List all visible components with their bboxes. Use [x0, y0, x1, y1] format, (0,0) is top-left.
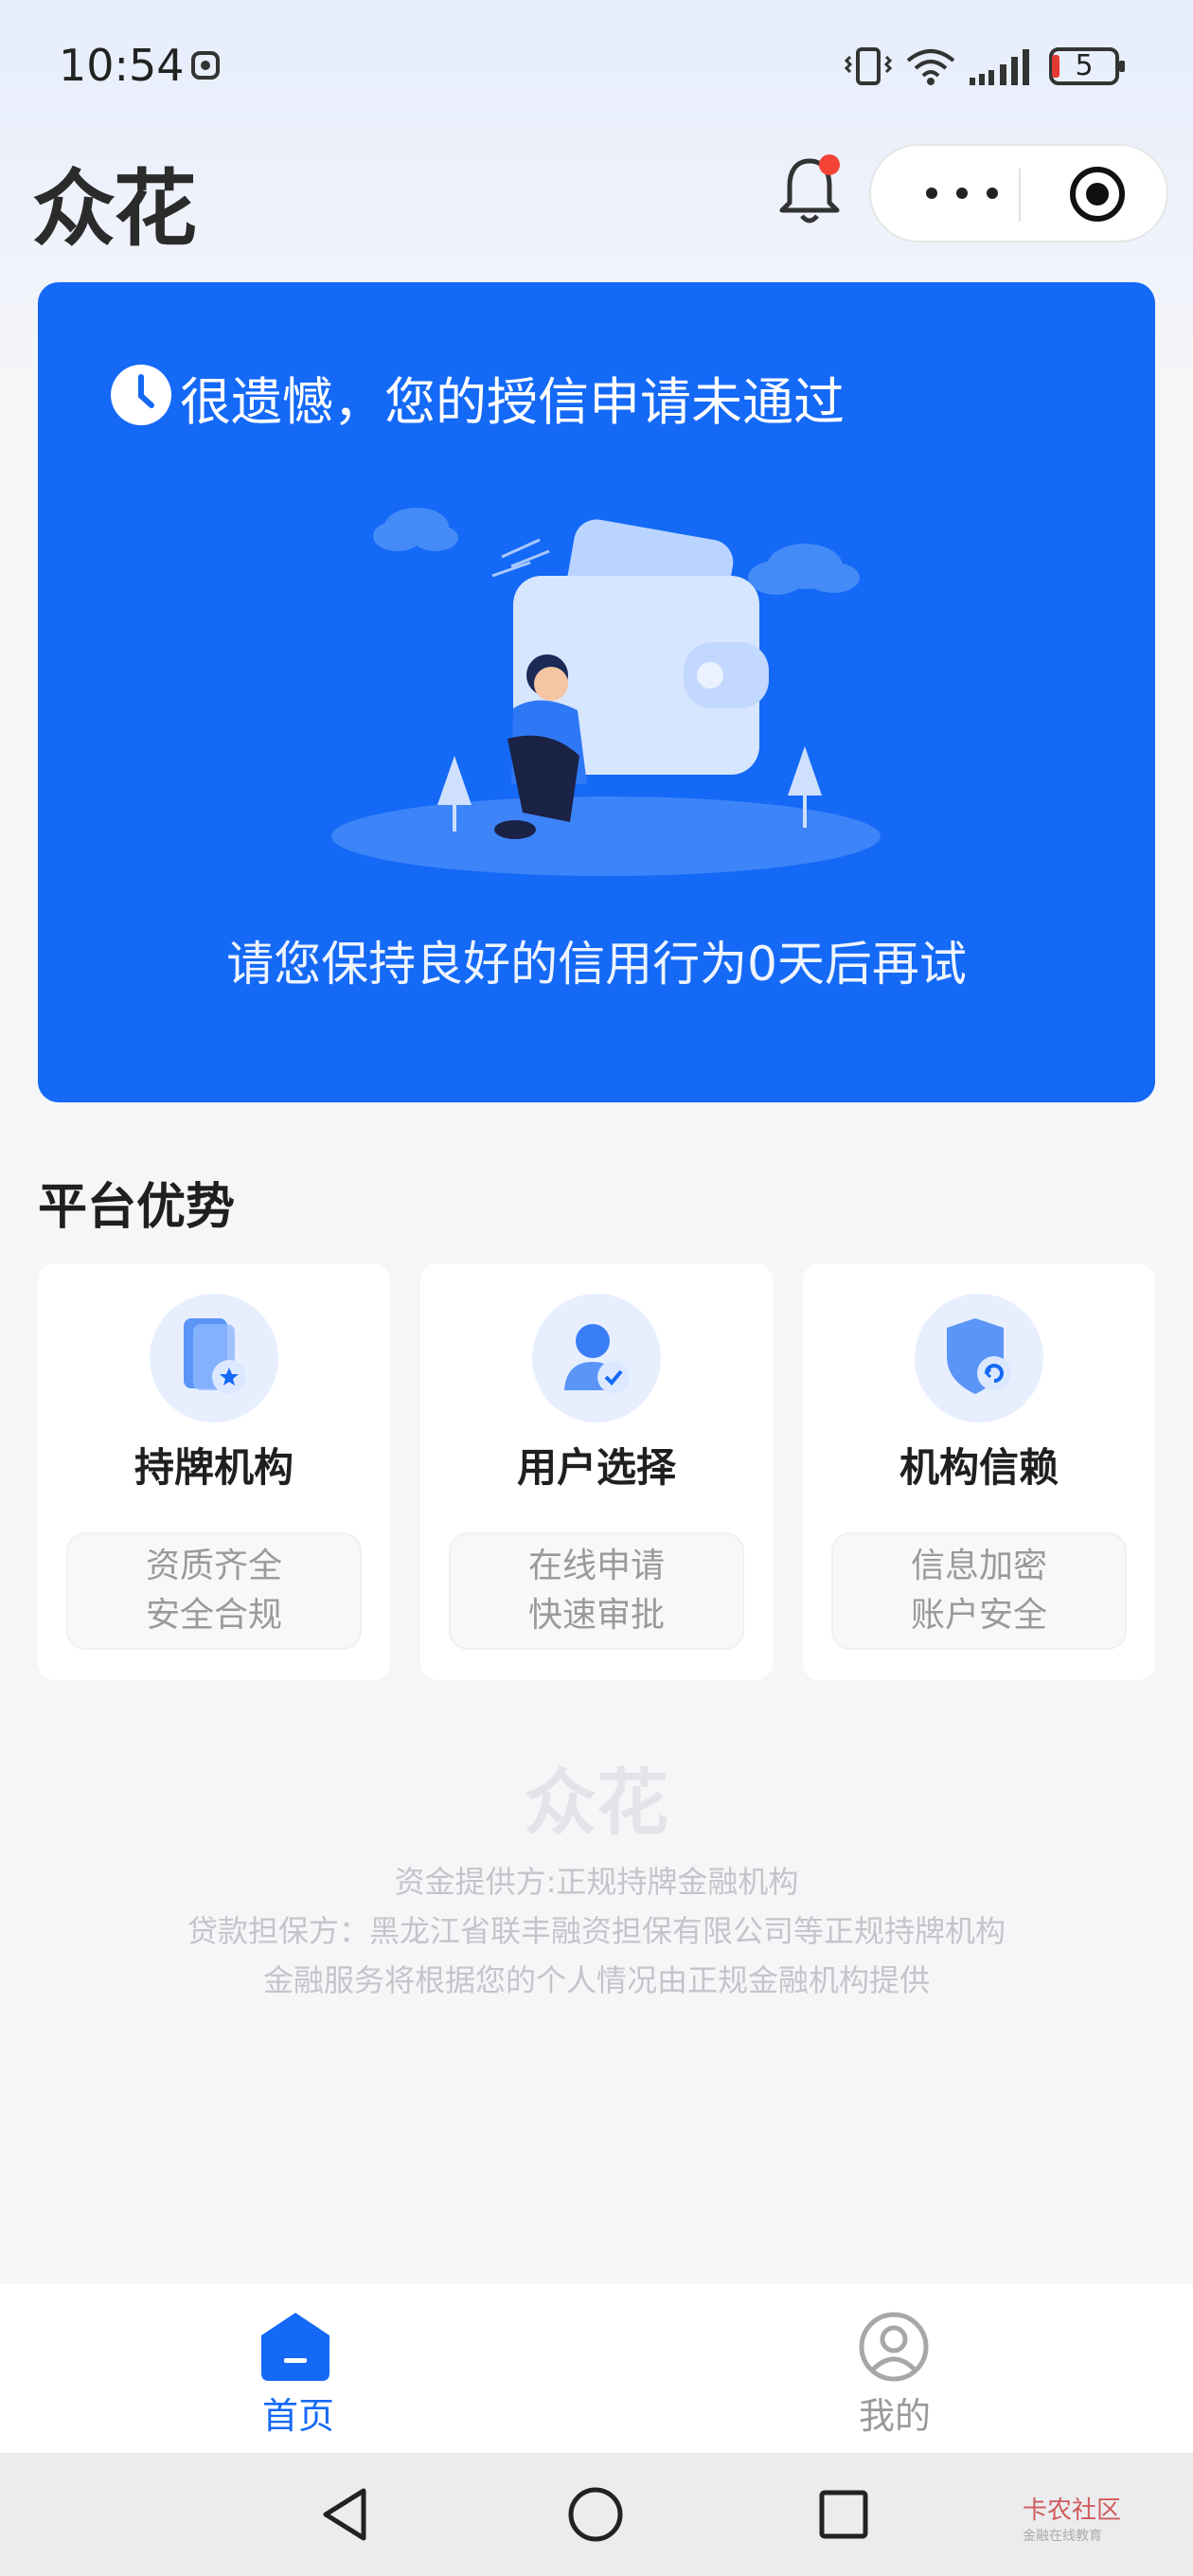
capsule-divider — [1019, 169, 1021, 222]
shield-trust-icon — [947, 1318, 1011, 1394]
section-title: 平台优势 — [38, 1179, 236, 1236]
feature-icon-bg — [915, 1294, 1043, 1422]
feature-card-user-choice: 用户选择 在线申请 快速审批 — [420, 1263, 773, 1680]
more-options-icon[interactable] — [926, 188, 1002, 201]
battery-icon: 5 — [1049, 47, 1125, 85]
tab-label: 我的 — [858, 2395, 931, 2437]
vibrate-icon — [845, 47, 892, 85]
notification-dot — [819, 154, 840, 175]
feature-desc: 信息加密 账户安全 — [831, 1532, 1127, 1650]
signal-icon — [970, 49, 1029, 85]
retry-message: 请您保持良好的信用行为0天后再试 — [226, 937, 967, 992]
home-icon — [261, 2313, 329, 2381]
feature-icon-bg — [532, 1294, 661, 1422]
watermark: 卡农社区 金融在线教育 — [1023, 2491, 1121, 2545]
feature-desc-line: 信息加密 — [910, 1547, 1047, 1585]
feature-title: 用户选择 — [516, 1444, 676, 1491]
status-bar: 10:54 5 — [0, 0, 1193, 133]
close-miniapp-icon[interactable] — [1068, 165, 1127, 224]
feature-card-trust: 机构信赖 信息加密 账户安全 — [803, 1263, 1155, 1680]
footer-guarantor: 贷款担保方：黑龙江省联丰融资担保有限公司等正规持牌机构 — [187, 1913, 1006, 1949]
feature-title: 持牌机构 — [134, 1444, 294, 1491]
feature-desc-line: 在线申请 — [527, 1547, 665, 1585]
card-title: 很遗憾，您的授信申请未通过 — [180, 372, 845, 432]
miniapp-capsule — [869, 144, 1168, 242]
footer-disclaimer: 金融服务将根据您的个人情况由正规金融机构提供 — [262, 1962, 930, 1998]
feature-desc-line: 资质齐全 — [145, 1547, 282, 1585]
profile-icon — [859, 2312, 929, 2382]
feature-desc: 资质齐全 安全合规 — [66, 1532, 362, 1650]
licensed-institution-icon — [184, 1318, 246, 1394]
home-circle-icon[interactable] — [562, 2481, 629, 2548]
watermark-subtext: 金融在线教育 — [1023, 2529, 1102, 2544]
app-logo: 众花 — [32, 160, 197, 258]
feature-desc-line: 安全合规 — [145, 1596, 282, 1635]
user-choice-icon — [564, 1324, 630, 1393]
tab-home[interactable]: 首页 — [0, 2284, 596, 2453]
bell-icon[interactable] — [776, 152, 843, 227]
recents-icon[interactable] — [810, 2481, 877, 2548]
tab-bar: 首页 我的 — [0, 2284, 1193, 2453]
status-time: 10:54 — [59, 40, 185, 91]
feature-desc-line: 快速审批 — [527, 1596, 665, 1635]
feature-desc-line: 账户安全 — [910, 1596, 1047, 1635]
watermark-text: 卡农社区 — [1023, 2496, 1122, 2525]
wallet-person-illustration — [331, 508, 881, 876]
tab-label: 首页 — [261, 2395, 334, 2437]
wifi-icon — [906, 49, 955, 85]
feature-card-licensed: 持牌机构 资质齐全 安全合规 — [38, 1263, 390, 1680]
feature-icon-bg — [150, 1294, 278, 1422]
back-icon[interactable] — [312, 2481, 379, 2548]
system-nav-bar: 卡农社区 金融在线教育 — [0, 2453, 1193, 2576]
credit-status-card: 很遗憾，您的授信申请未通过 请您保持良好的信用行为0天后再试 — [38, 282, 1155, 1102]
footer-logo: 众花 — [525, 1761, 668, 1845]
app-notification-icon — [191, 51, 220, 80]
feature-desc: 在线申请 快速审批 — [449, 1532, 744, 1650]
footer-fund-provider: 资金提供方:正规持牌金融机构 — [394, 1864, 799, 1900]
tab-me[interactable]: 我的 — [596, 2284, 1193, 2453]
feature-title: 机构信赖 — [899, 1444, 1059, 1491]
clock-icon — [111, 365, 171, 425]
battery-level: 5 — [1075, 49, 1094, 82]
